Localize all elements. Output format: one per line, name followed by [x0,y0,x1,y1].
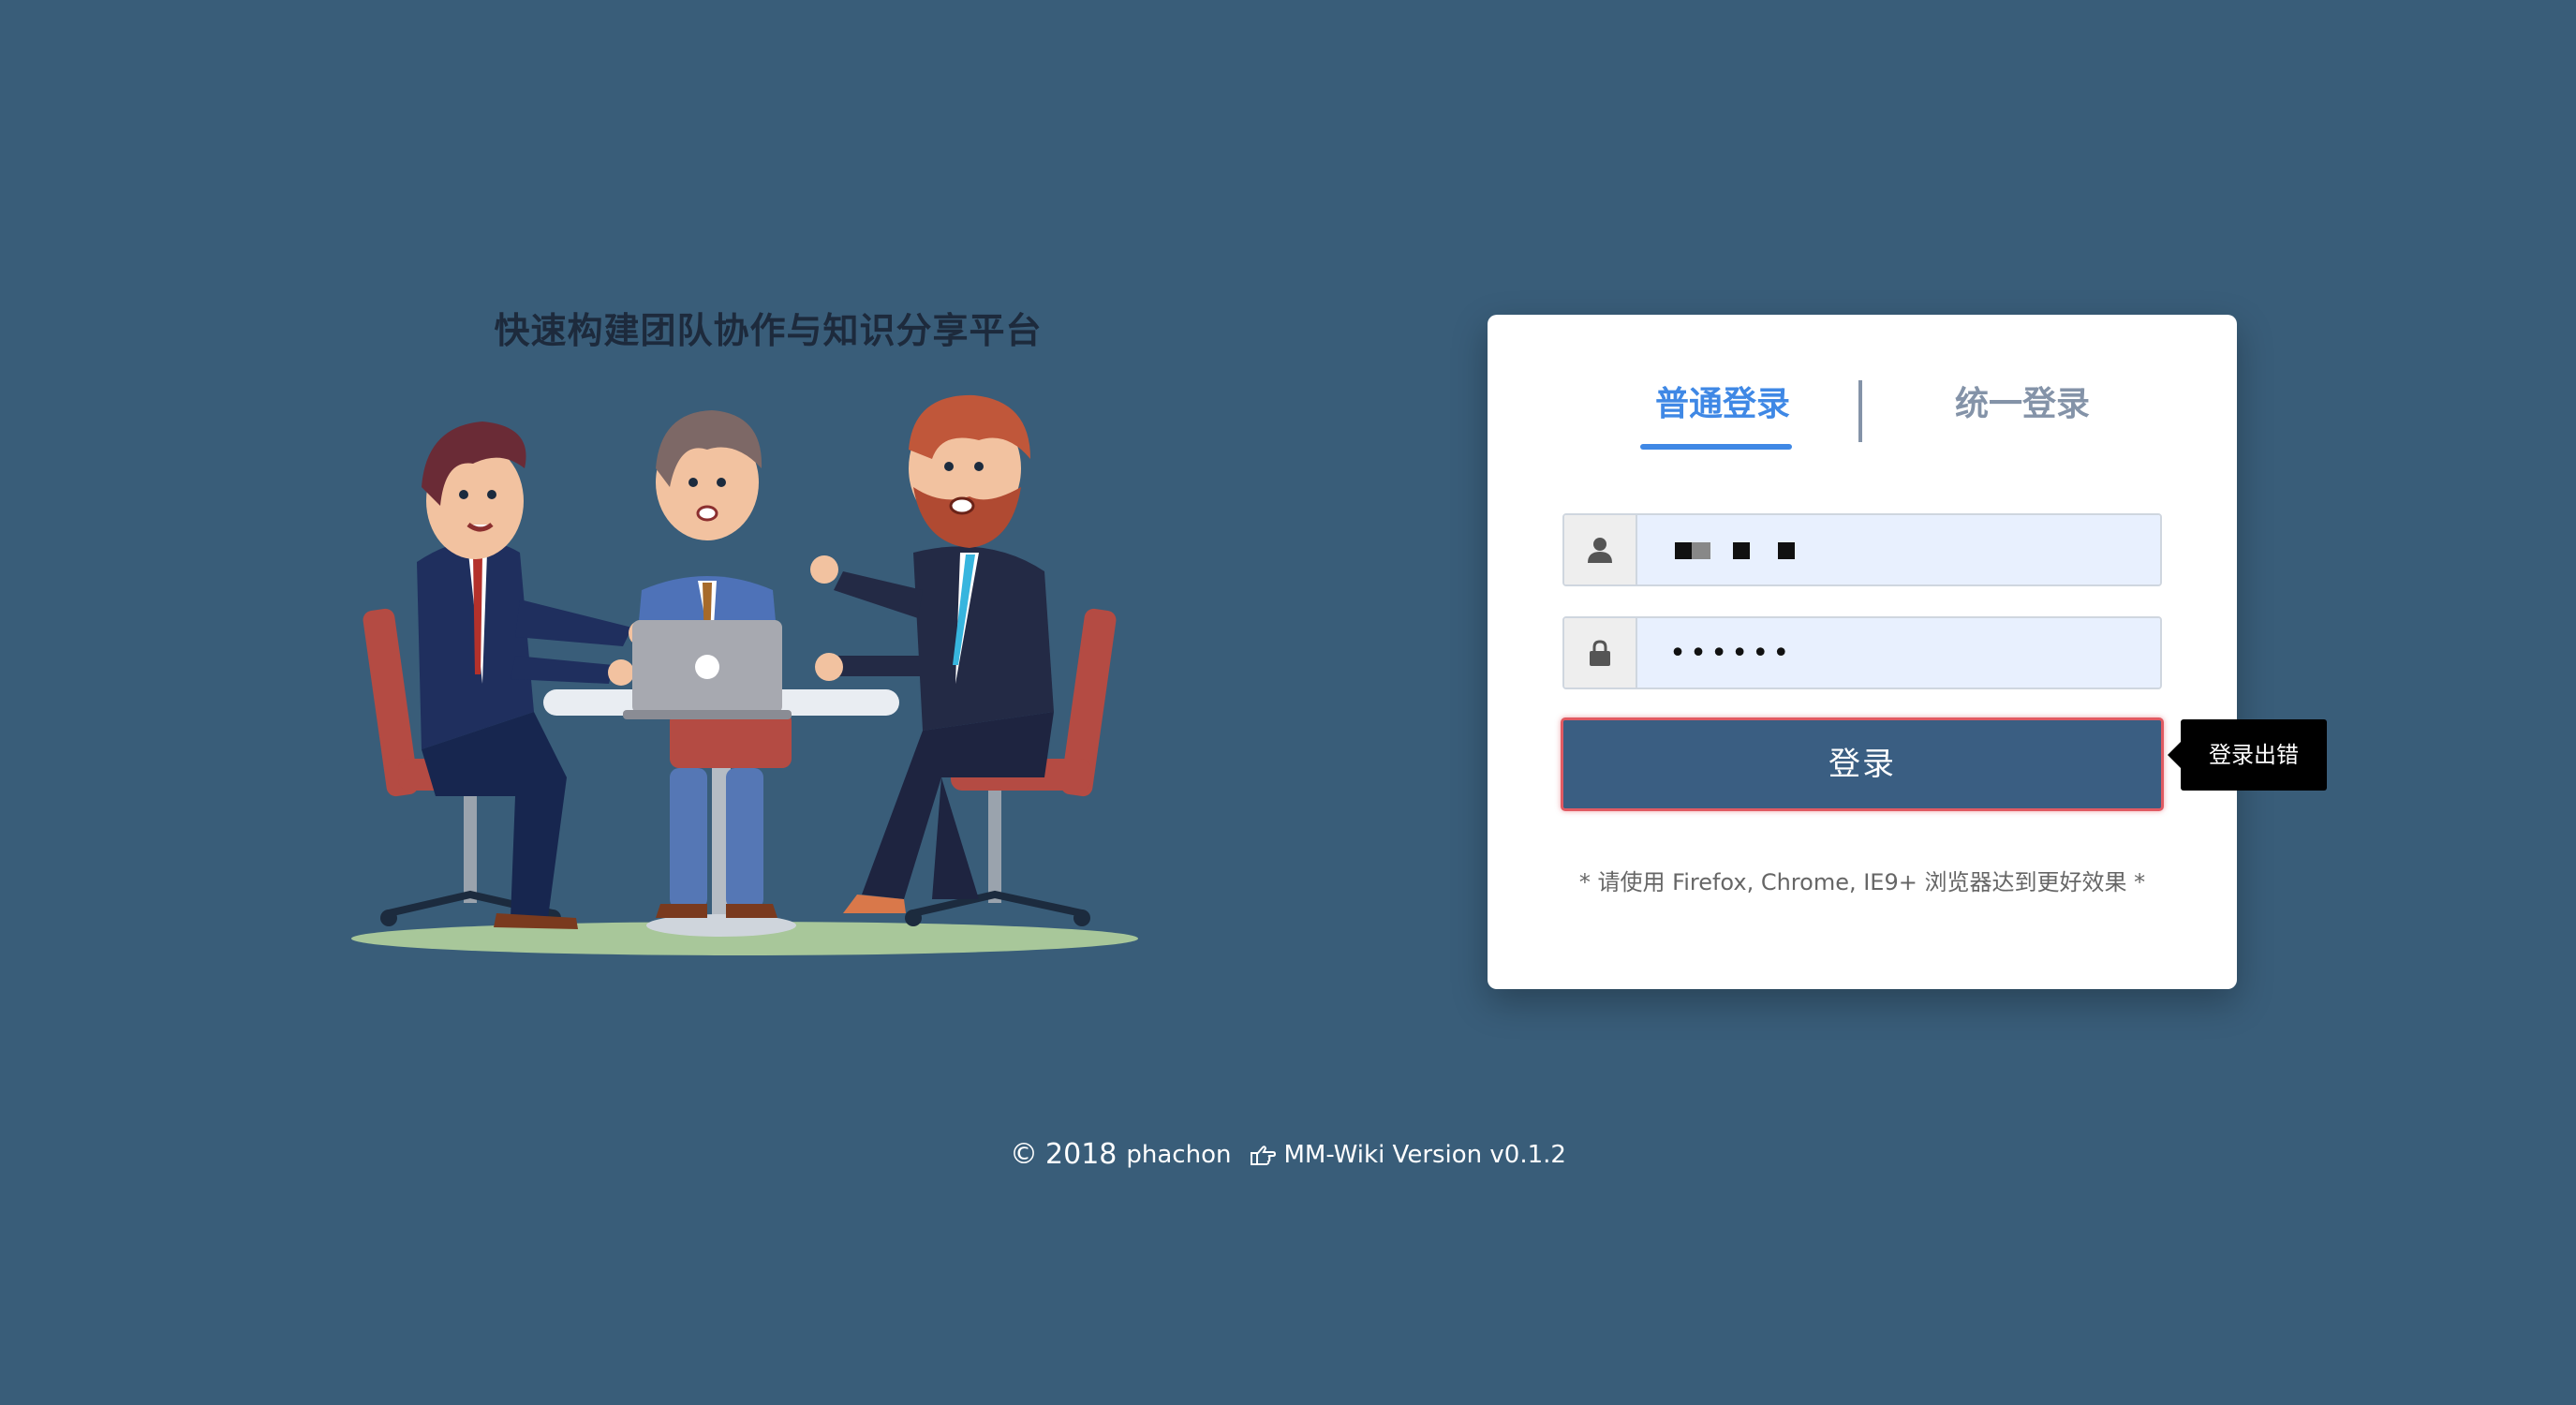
pointing-hand-icon [1250,1144,1277,1166]
footer: © 2018 phachon MM-Wiki Version v0.1.2 [0,1138,2576,1171]
footer-author[interactable]: phachon [1126,1141,1231,1169]
redacted-username [1675,542,1795,559]
login-tabs: 普通登录 统一登录 [1488,380,2237,457]
copyright-year: 2018 [1045,1138,1118,1171]
username-field [1562,513,2162,586]
error-tooltip: 登录出错 [2168,719,2327,791]
hero-title: 快速构建团队协作与知识分享平台 [494,310,1043,351]
tab-normal-login[interactable]: 普通登录 [1645,382,1800,427]
login-page: 快速构建团队协作与知识分享平台 普通登录 统一登录 •••••• 登录 * 请使… [0,0,2576,1405]
active-tab-indicator [1640,444,1792,450]
tooltip-text: 登录出错 [2209,742,2299,768]
browser-hint: * 请使用 Firefox, Chrome, IE9+ 浏览器达到更好效果 * [1578,869,2146,895]
password-input[interactable] [1637,618,2160,688]
tooltip-arrow [2168,742,2181,768]
team-meeting-illustration [351,394,1138,955]
login-button[interactable]: 登录 [1561,717,2164,811]
lock-icon [1564,618,1637,688]
tab-unified-login[interactable]: 统一登录 [1945,382,2100,427]
username-input[interactable] [1637,515,2160,584]
copyright-symbol: © [1010,1138,1039,1171]
login-card: 普通登录 统一登录 •••••• 登录 * 请使用 Firefox, Chrom… [1488,315,2237,989]
user-icon [1564,515,1637,584]
password-field [1562,616,2162,689]
tab-divider [1858,380,1862,442]
footer-product-version[interactable]: MM-Wiki Version v0.1.2 [1283,1141,1566,1169]
